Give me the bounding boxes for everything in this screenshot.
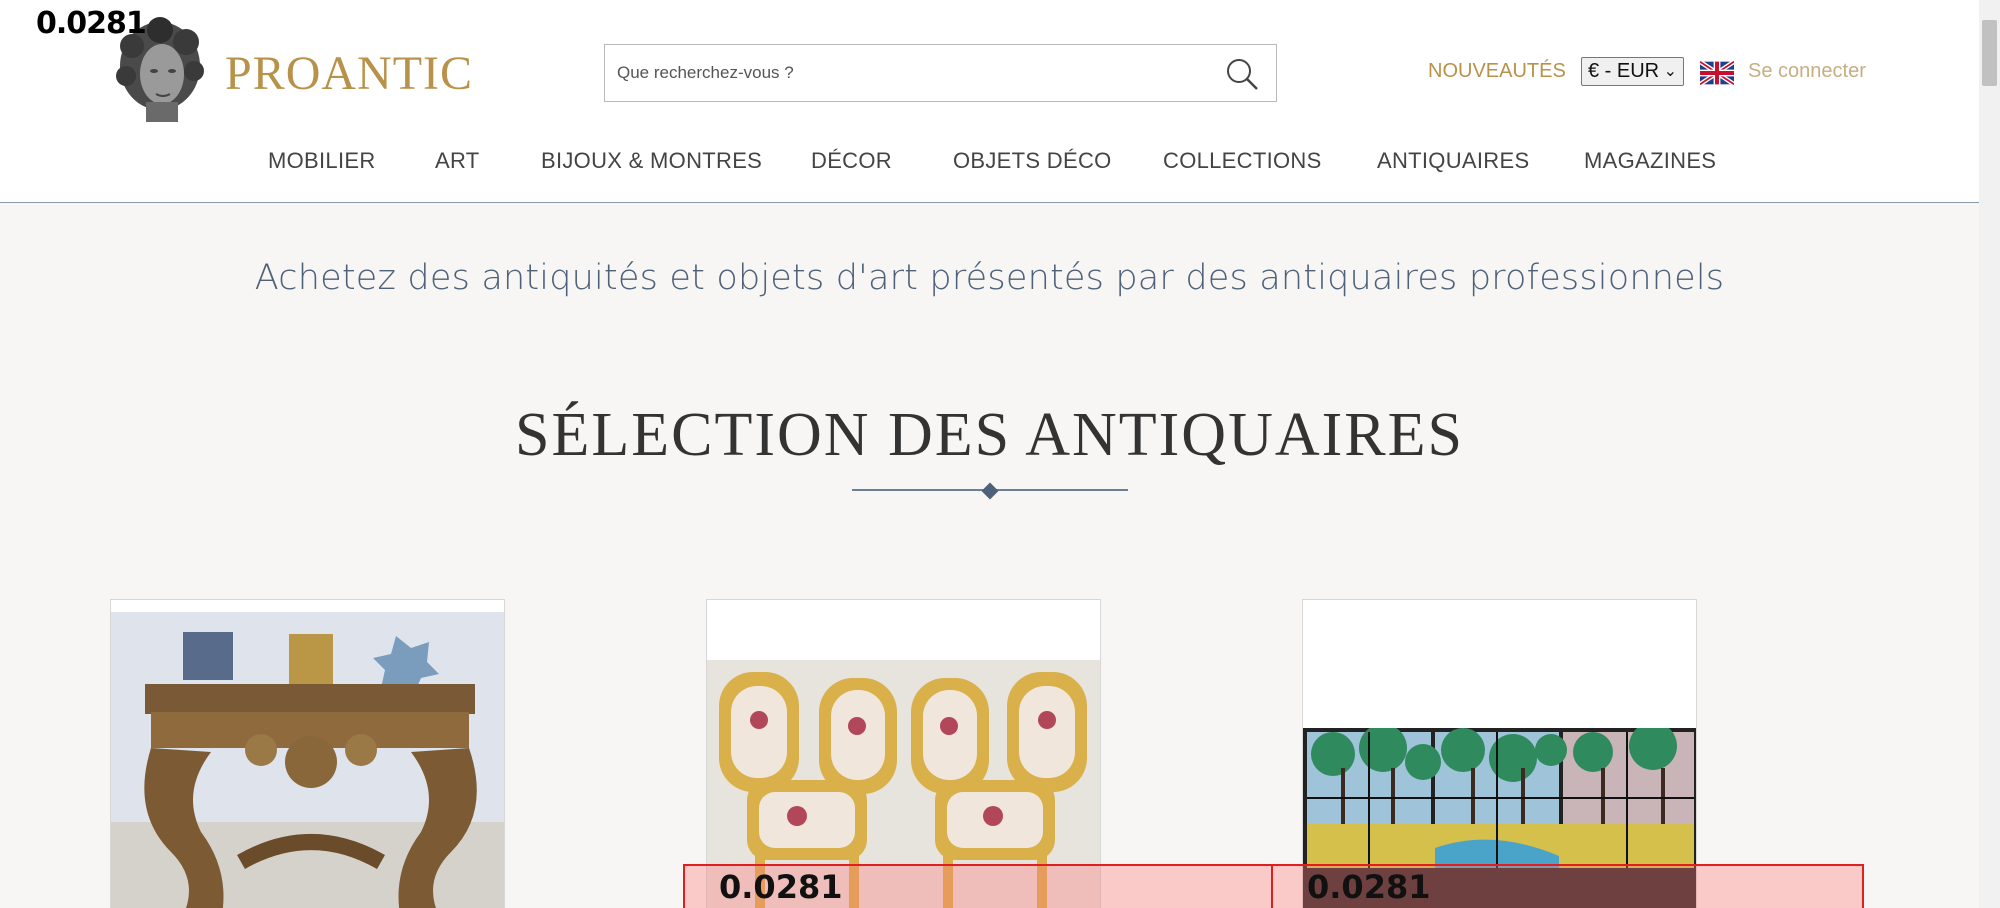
search-icon[interactable] bbox=[1224, 56, 1260, 92]
nav-item-objets-deco[interactable]: OBJETS DÉCO bbox=[953, 148, 1112, 174]
product-card-console[interactable] bbox=[110, 599, 505, 908]
debug-score-label: 0.0281 bbox=[36, 6, 147, 41]
logo-text[interactable]: PROANTIC bbox=[225, 46, 473, 101]
nav-item-magazines[interactable]: MAGAZINES bbox=[1584, 148, 1716, 174]
product-card-chairs[interactable] bbox=[706, 599, 1101, 908]
section-title: SÉLECTION DES ANTIQUAIRES bbox=[515, 401, 1464, 469]
currency-value: € - EUR bbox=[1588, 60, 1660, 82]
product-card-stained-glass[interactable] bbox=[1302, 599, 1697, 908]
diamond-icon bbox=[981, 482, 999, 500]
nav-item-decor[interactable]: DÉCOR bbox=[811, 148, 892, 174]
search-input[interactable] bbox=[605, 45, 1205, 101]
page-scrollbar[interactable] bbox=[1979, 0, 2000, 908]
login-link[interactable]: Se connecter bbox=[1748, 60, 1866, 83]
console-table-image[interactable] bbox=[111, 612, 505, 908]
debug-overlay-left: 0.0281 bbox=[683, 864, 1273, 908]
debug-overlay-right: 0.0281 bbox=[1271, 864, 1864, 908]
uk-flag-icon[interactable] bbox=[1700, 61, 1734, 85]
nav-item-bijoux-montres[interactable]: BIJOUX & MONTRES bbox=[541, 148, 762, 174]
nav-item-art[interactable]: ART bbox=[435, 148, 480, 174]
main-nav: MOBILIER ART BIJOUX & MONTRES DÉCOR OBJE… bbox=[0, 148, 1979, 178]
scrollbar-thumb[interactable] bbox=[1982, 20, 1997, 86]
search-box bbox=[604, 44, 1277, 102]
page-tagline: Achetez des antiquités et objets d'art p… bbox=[254, 258, 1725, 298]
currency-select[interactable]: € - EUR ⌄ bbox=[1581, 57, 1684, 86]
nav-item-antiquaires[interactable]: ANTIQUAIRES bbox=[1377, 148, 1529, 174]
debug-overlay-label: 0.0281 bbox=[1307, 868, 1431, 906]
site-header: PROANTIC NOUVEAUTÉS € - EUR ⌄ Se connect… bbox=[0, 0, 1979, 203]
nav-item-mobilier[interactable]: MOBILIER bbox=[268, 148, 376, 174]
news-link[interactable]: NOUVEAUTÉS bbox=[1428, 60, 1566, 83]
debug-overlay-label: 0.0281 bbox=[719, 868, 843, 906]
chevron-down-icon: ⌄ bbox=[1663, 63, 1677, 80]
nav-item-collections[interactable]: COLLECTIONS bbox=[1163, 148, 1322, 174]
